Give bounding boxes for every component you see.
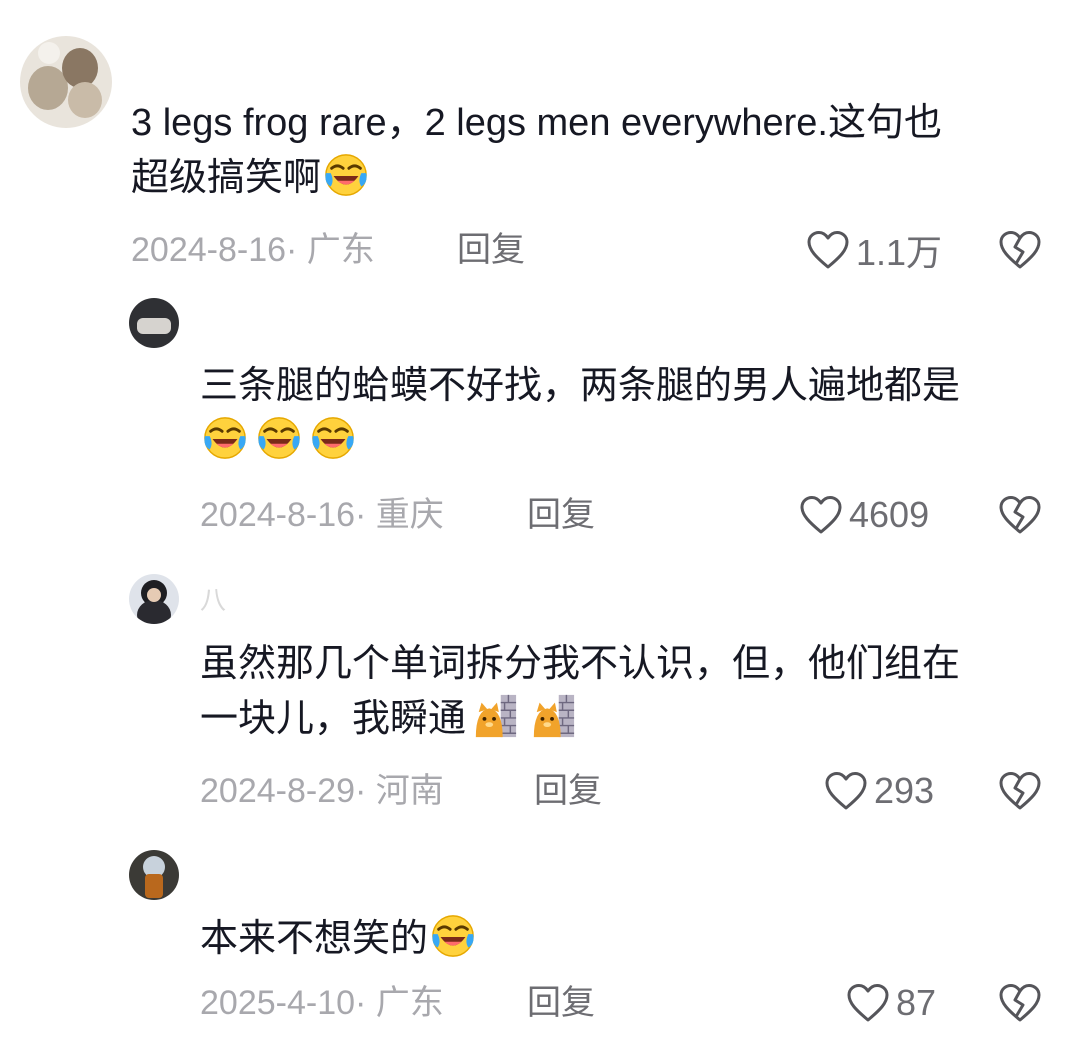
comment-text: 虽然那几个单词拆分我不认识，但，他们组在 一块儿，我瞬通 — [200, 643, 961, 740]
like-count: 4609 — [849, 494, 930, 535]
reply-button[interactable]: 回复 — [534, 768, 602, 814]
broken-heart-icon[interactable] — [998, 983, 1042, 1023]
cry-laugh-icon — [323, 152, 369, 198]
comment-date: 2025-4-10 — [200, 984, 356, 1022]
cry-laugh-icon — [256, 415, 302, 461]
comment-item: 3 legs frog rare，2 legs men everywhere.这… — [0, 36, 1080, 276]
comment-meta: 2024-8-16· 广东 — [131, 231, 375, 269]
broken-heart-icon[interactable] — [998, 230, 1042, 270]
comment-item: 八 虽然那几个单词拆分我不认识，但，他们组在 一块儿，我瞬通 2024-8-29… — [0, 574, 1080, 824]
cry-laugh-icon — [310, 415, 356, 461]
like-button[interactable]: 87 — [846, 980, 936, 1026]
cat-peeking-wall-icon — [530, 693, 576, 739]
avatar[interactable] — [129, 850, 179, 900]
reply-button[interactable]: 回复 — [457, 227, 525, 273]
comment-location: 广东 — [306, 231, 375, 269]
broken-heart-icon[interactable] — [998, 771, 1042, 811]
reply-button[interactable]: 回复 — [527, 492, 595, 538]
comment-text: 三条腿的蛤蟆不好找，两条腿的男人遍地都是 — [200, 359, 1060, 469]
comment-item: 本来不想笑的 2025-4-10· 广东 回复 87 — [0, 850, 1080, 1050]
like-button[interactable]: 1.1万 — [806, 227, 942, 273]
comment-meta: 2025-4-10· 广东 — [200, 984, 444, 1022]
comment-date: 2024-8-29 — [200, 772, 356, 810]
comment-location: 重庆 — [375, 496, 444, 534]
heart-icon — [824, 771, 868, 811]
cry-laugh-icon — [202, 415, 248, 461]
comment-location: 广东 — [375, 984, 444, 1022]
avatar[interactable] — [129, 298, 179, 348]
like-button[interactable]: 293 — [824, 768, 934, 814]
comment-meta: 2024-8-16· 重庆 — [200, 496, 444, 534]
comment-meta: 2024-8-29· 河南 — [200, 772, 444, 810]
comment-date: 2024-8-16 — [200, 496, 356, 534]
like-count: 87 — [896, 982, 937, 1023]
comment-date: 2024-8-16 — [131, 231, 287, 269]
comment-text: 3 legs frog rare，2 legs men everywhere.这… — [131, 102, 942, 199]
heart-icon — [799, 495, 843, 535]
like-button[interactable]: 4609 — [799, 492, 929, 538]
avatar[interactable] — [129, 574, 179, 624]
comment-text: 本来不想笑的 — [200, 912, 1060, 967]
like-count: 293 — [874, 770, 935, 811]
like-count: 1.1万 — [856, 232, 943, 273]
broken-heart-icon[interactable] — [998, 495, 1042, 535]
heart-icon — [806, 230, 850, 270]
cat-peeking-wall-icon — [472, 693, 518, 739]
comment-location: 河南 — [375, 772, 444, 810]
username[interactable]: 八 — [200, 580, 226, 617]
cry-laugh-icon — [430, 913, 476, 959]
comment-item: 三条腿的蛤蟆不好找，两条腿的男人遍地都是 2024-8-16· 重庆 回复 46… — [0, 298, 1080, 548]
avatar[interactable] — [20, 36, 112, 128]
reply-button[interactable]: 回复 — [527, 980, 595, 1026]
heart-icon — [846, 983, 890, 1023]
